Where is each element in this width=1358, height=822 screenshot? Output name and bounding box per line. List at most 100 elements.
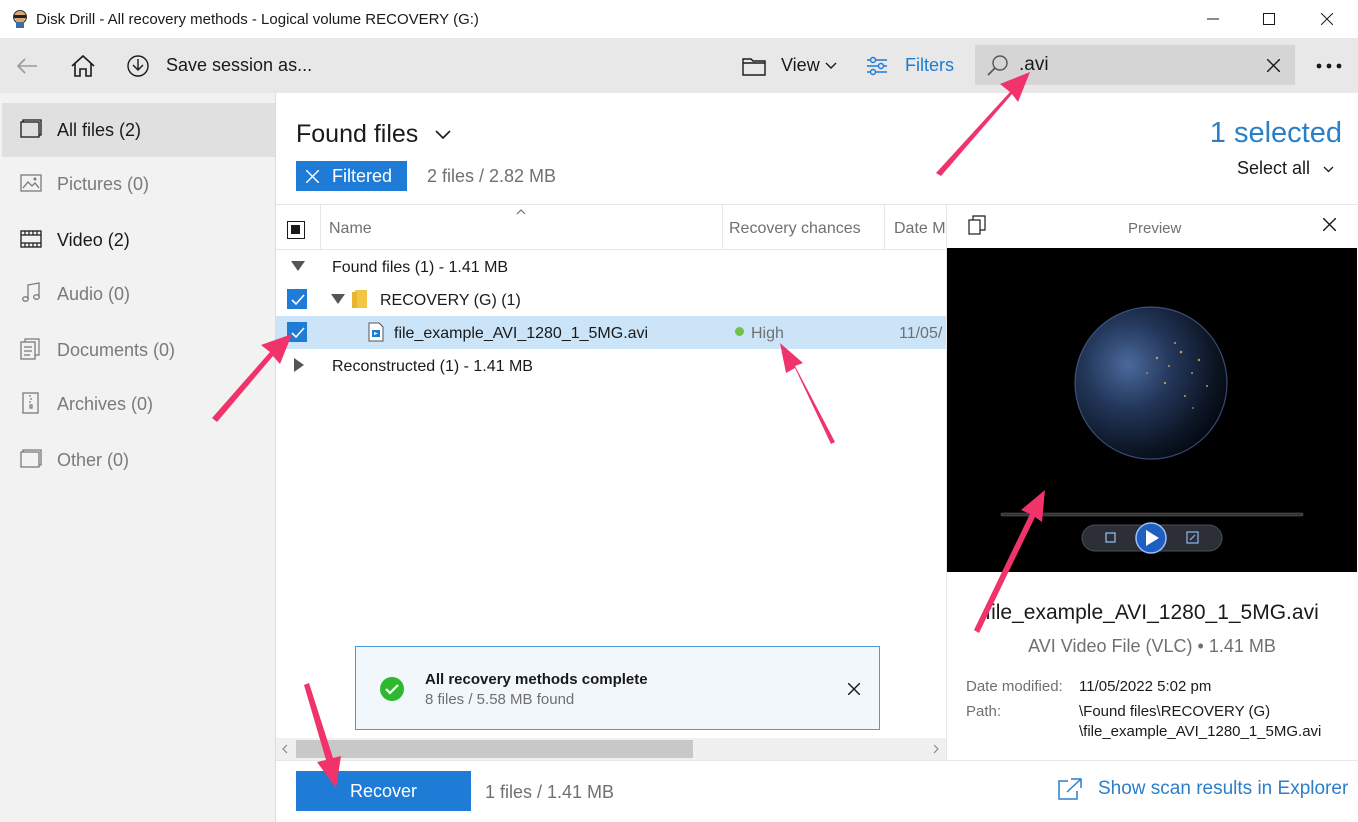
filters-button[interactable]: Filters xyxy=(866,38,954,93)
found-files-dropdown[interactable]: Found files xyxy=(296,120,451,149)
file-date: 11/05/ xyxy=(899,325,943,342)
toast-subtitle: 8 files / 5.58 MB found xyxy=(425,691,575,708)
sidebar-item-label: Documents (0) xyxy=(57,340,176,360)
maximize-button[interactable] xyxy=(1240,0,1298,38)
download-icon xyxy=(127,54,149,77)
chevron-down-icon xyxy=(1323,166,1334,173)
page-title: Found files xyxy=(296,120,419,148)
search-icon xyxy=(987,55,1008,76)
folder-row[interactable]: RECOVERY (G) (1) xyxy=(276,283,946,316)
video-preview[interactable] xyxy=(947,248,1357,572)
folder-icon xyxy=(742,57,766,76)
expand-down-icon xyxy=(331,294,345,304)
sidebar-item-documents[interactable]: Documents (0) xyxy=(2,323,275,377)
toast-title: All recovery methods complete xyxy=(425,671,648,688)
date-modified-label: Date modified: xyxy=(966,678,1063,695)
file-row[interactable]: file_example_AVI_1280_1_5MG.avi High 11/… xyxy=(276,316,946,349)
minimize-button[interactable] xyxy=(1184,0,1242,38)
toolbar: Save session as... View Filters xyxy=(0,38,1358,93)
group-label: Reconstructed (1) - 1.41 MB xyxy=(332,358,533,375)
date-modified-value: 11/05/2022 5:02 pm xyxy=(1079,678,1212,695)
archives-icon xyxy=(22,392,39,414)
path-label: Path: xyxy=(966,703,1002,720)
close-icon xyxy=(306,169,319,183)
group-row-found-files[interactable]: Found files (1) - 1.41 MB xyxy=(276,250,946,283)
sidebar-item-all-files[interactable]: All files (2) xyxy=(2,103,275,157)
audio-icon xyxy=(22,282,40,302)
path-value-line1: \Found files\RECOVERY (G) xyxy=(1079,703,1271,720)
clear-search-icon[interactable] xyxy=(1267,59,1280,72)
select-all-label: Select all xyxy=(1237,158,1311,178)
table-header: Name Recovery chances Date M xyxy=(276,204,946,250)
minimize-icon xyxy=(1207,18,1219,20)
status-dot-icon xyxy=(735,327,744,336)
sort-up-icon xyxy=(516,209,526,215)
select-all-dropdown[interactable]: Select all xyxy=(1237,158,1334,179)
save-session-label: Save session as... xyxy=(166,55,313,75)
disk-drill-app-icon xyxy=(13,10,27,28)
view-dropdown[interactable]: View xyxy=(742,38,837,93)
back-arrow-icon xyxy=(16,57,37,74)
sidebar-item-label: Video (2) xyxy=(57,230,130,250)
scroll-left-icon[interactable] xyxy=(282,744,288,754)
close-icon[interactable] xyxy=(848,683,860,695)
preview-file-info: AVI Video File (VLC) • 1.41 MB xyxy=(1028,636,1276,656)
chevron-down-icon xyxy=(825,62,837,69)
filter-summary: 2 files / 2.82 MB xyxy=(427,166,557,186)
row-checkbox[interactable] xyxy=(287,289,307,309)
scroll-right-icon[interactable] xyxy=(933,744,939,754)
close-icon xyxy=(1321,13,1333,25)
selected-count: 1 selected xyxy=(1209,117,1342,149)
select-all-checkbox[interactable] xyxy=(287,221,305,239)
sidebar-item-label: All files (2) xyxy=(57,120,142,140)
sidebar-item-audio[interactable]: Audio (0) xyxy=(2,267,275,321)
sidebar-item-video[interactable]: Video (2) xyxy=(2,213,275,267)
search-input[interactable] xyxy=(1019,53,1259,77)
home-button[interactable] xyxy=(70,38,96,93)
scrollbar-thumb[interactable] xyxy=(296,740,693,758)
home-icon xyxy=(71,54,95,77)
column-name[interactable]: Name xyxy=(329,220,372,238)
external-link-icon xyxy=(1058,778,1082,800)
save-session-button[interactable]: Save session as... xyxy=(126,38,312,93)
folder-icon xyxy=(352,290,367,308)
maximize-icon xyxy=(1263,13,1275,25)
check-circle-icon xyxy=(380,677,404,701)
recovery-chance: High xyxy=(751,325,784,342)
close-window-button[interactable] xyxy=(1298,0,1356,38)
earth-video-frame xyxy=(1000,306,1304,554)
filtered-button[interactable]: Filtered xyxy=(296,161,407,191)
video-file-icon xyxy=(368,322,384,342)
sidebar-item-pictures[interactable]: Pictures (0) xyxy=(2,157,275,211)
more-dots-icon xyxy=(1316,63,1342,68)
documents-icon xyxy=(20,338,40,360)
column-date-modified[interactable]: Date M xyxy=(894,220,946,238)
filters-icon xyxy=(867,56,887,75)
sidebar-item-label: Pictures (0) xyxy=(57,174,150,194)
all-files-icon xyxy=(20,119,42,138)
horizontal-scrollbar[interactable] xyxy=(276,738,946,760)
show-in-explorer-link[interactable]: Show scan results in Explorer xyxy=(1058,778,1348,800)
video-icon xyxy=(20,230,42,248)
back-button[interactable] xyxy=(16,38,38,93)
sidebar-item-archives[interactable]: Archives (0) xyxy=(2,377,275,431)
group-label: Found files (1) - 1.41 MB xyxy=(332,259,509,276)
filters-label: Filters xyxy=(905,55,954,75)
file-name: file_example_AVI_1280_1_5MG.avi xyxy=(394,325,649,342)
preview-title: Preview xyxy=(1128,220,1182,237)
more-options-button[interactable] xyxy=(1316,38,1342,93)
recover-summary: 1 files / 1.41 MB xyxy=(485,782,615,802)
window-title: Disk Drill - All recovery methods - Logi… xyxy=(36,11,479,28)
copy-icon[interactable] xyxy=(968,215,986,235)
sidebar-item-label: Audio (0) xyxy=(57,284,131,304)
view-label: View xyxy=(781,55,820,75)
notification-toast: All recovery methods complete 8 files / … xyxy=(355,646,880,730)
pictures-icon xyxy=(20,174,42,192)
recover-button[interactable]: Recover xyxy=(296,771,471,811)
column-recovery-chances[interactable]: Recovery chances xyxy=(729,220,861,238)
close-icon[interactable] xyxy=(1323,218,1336,231)
sidebar-item-other[interactable]: Other (0) xyxy=(2,433,275,487)
preview-file-name: file_example_AVI_1280_1_5MG.avi xyxy=(985,601,1319,624)
group-row-reconstructed[interactable]: Reconstructed (1) - 1.41 MB xyxy=(276,349,946,382)
row-checkbox[interactable] xyxy=(287,322,307,342)
